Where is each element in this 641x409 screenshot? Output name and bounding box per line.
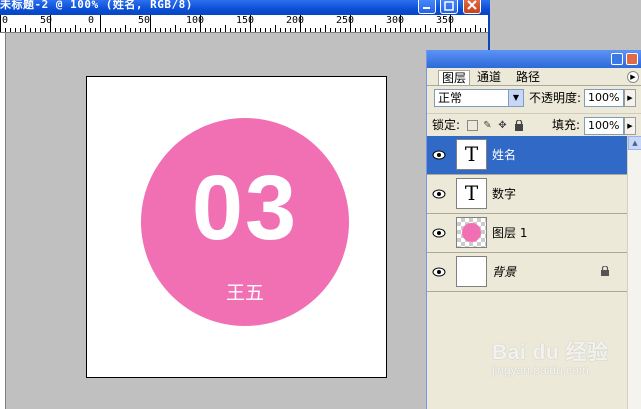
- layer-row-name[interactable]: T 姓名: [427, 136, 627, 175]
- ruler-label: 350: [436, 15, 455, 26]
- panel-minimize-button[interactable]: [611, 53, 623, 65]
- opacity-label: 不透明度:: [529, 91, 582, 105]
- maximize-button[interactable]: [440, 0, 458, 14]
- fill-slider-arrow-icon[interactable]: ▶: [624, 117, 636, 135]
- badge-name[interactable]: 王五: [141, 282, 349, 304]
- ruler-label: 150: [236, 15, 255, 26]
- panel-tabs: 图层 通道 路径 ▶: [427, 68, 641, 86]
- ruler-label: 100: [186, 15, 205, 26]
- lock-brush-icon[interactable]: ✎: [482, 120, 493, 131]
- layer-name[interactable]: 姓名: [492, 147, 516, 163]
- padlock-icon: [601, 266, 609, 276]
- document-title: 未标题-2 @ 100% (姓名, RGB/8): [0, 0, 193, 11]
- document-titlebar[interactable]: 未标题-2 @ 100% (姓名, RGB/8): [0, 0, 490, 15]
- baidu-jingyan-watermark: Bai du 经验 jingyan.baidu.com: [492, 336, 612, 386]
- blend-row: 正常 ▼ 不透明度: 100% ▶: [427, 86, 641, 110]
- watermark-url: jingyan.baidu.com: [492, 363, 589, 377]
- tab-layers[interactable]: 图层: [438, 70, 471, 85]
- panel-close-button[interactable]: [626, 53, 638, 65]
- close-button[interactable]: [463, 0, 481, 14]
- ruler-label: 50: [40, 15, 53, 26]
- lock-row: 锁定: ✎ ✥ 填充: 100% ▶: [427, 113, 641, 138]
- eye-icon[interactable]: [432, 188, 446, 200]
- tab-channels[interactable]: 通道: [474, 70, 504, 85]
- lock-move-icon[interactable]: ✥: [497, 120, 508, 131]
- ruler-label: 250: [336, 15, 355, 26]
- layer-name[interactable]: 数字: [492, 186, 516, 202]
- chevron-down-icon[interactable]: ▼: [508, 90, 523, 106]
- ruler-label: 0: [2, 15, 9, 26]
- layer-list-scrollbar[interactable]: ▲: [627, 136, 641, 409]
- panel-menu-icon[interactable]: ▶: [627, 71, 639, 83]
- eye-icon[interactable]: [432, 227, 446, 239]
- layer-name[interactable]: 图层 1: [492, 225, 527, 241]
- tab-paths[interactable]: 路径: [513, 70, 543, 85]
- lock-transparent-icon[interactable]: [467, 120, 478, 131]
- blend-mode-value: 正常: [438, 91, 463, 105]
- scroll-up-arrow-icon[interactable]: ▲: [628, 136, 641, 150]
- horizontal-ruler: 0 50 0 50 100 150 200 250 300 350: [0, 15, 488, 33]
- maximize-icon: [444, 1, 454, 11]
- minimize-icon: [423, 7, 430, 9]
- ruler-label: 300: [386, 15, 405, 26]
- pink-circle-badge[interactable]: 03 王五: [141, 118, 349, 326]
- eye-icon[interactable]: [432, 266, 446, 278]
- pink-circle-thumbnail: [462, 223, 481, 242]
- watermark-logo: Bai du 经验: [492, 341, 609, 364]
- ruler-label: 0: [88, 15, 95, 26]
- panel-titlebar[interactable]: [427, 50, 641, 68]
- layer-row-number[interactable]: T 数字: [427, 175, 627, 214]
- minimize-button[interactable]: [418, 0, 436, 14]
- blend-mode-select[interactable]: 正常 ▼: [434, 89, 524, 107]
- lock-all-icon[interactable]: [513, 119, 524, 131]
- layer-row-layer1[interactable]: 图层 1: [427, 214, 627, 253]
- fill-input[interactable]: 100%: [584, 117, 624, 135]
- fill-label: 填充:: [552, 118, 581, 132]
- ruler-label: 50: [138, 15, 151, 26]
- badge-number[interactable]: 03: [141, 158, 349, 258]
- layer-name[interactable]: 背景: [492, 264, 516, 280]
- background-layer-thumbnail: [456, 256, 487, 287]
- close-icon: [467, 0, 477, 10]
- pixel-layer-thumbnail: [456, 217, 487, 248]
- ruler-label: 200: [286, 15, 305, 26]
- eye-icon[interactable]: [432, 149, 446, 161]
- lock-label: 锁定:: [432, 118, 461, 132]
- opacity-slider-arrow-icon[interactable]: ▶: [624, 89, 636, 107]
- layer-row-background[interactable]: 背景: [427, 253, 627, 292]
- opacity-input[interactable]: 100%: [584, 89, 624, 107]
- padlock-icon: [514, 119, 523, 131]
- text-layer-thumbnail: T: [456, 178, 487, 209]
- text-layer-thumbnail: T: [456, 139, 487, 170]
